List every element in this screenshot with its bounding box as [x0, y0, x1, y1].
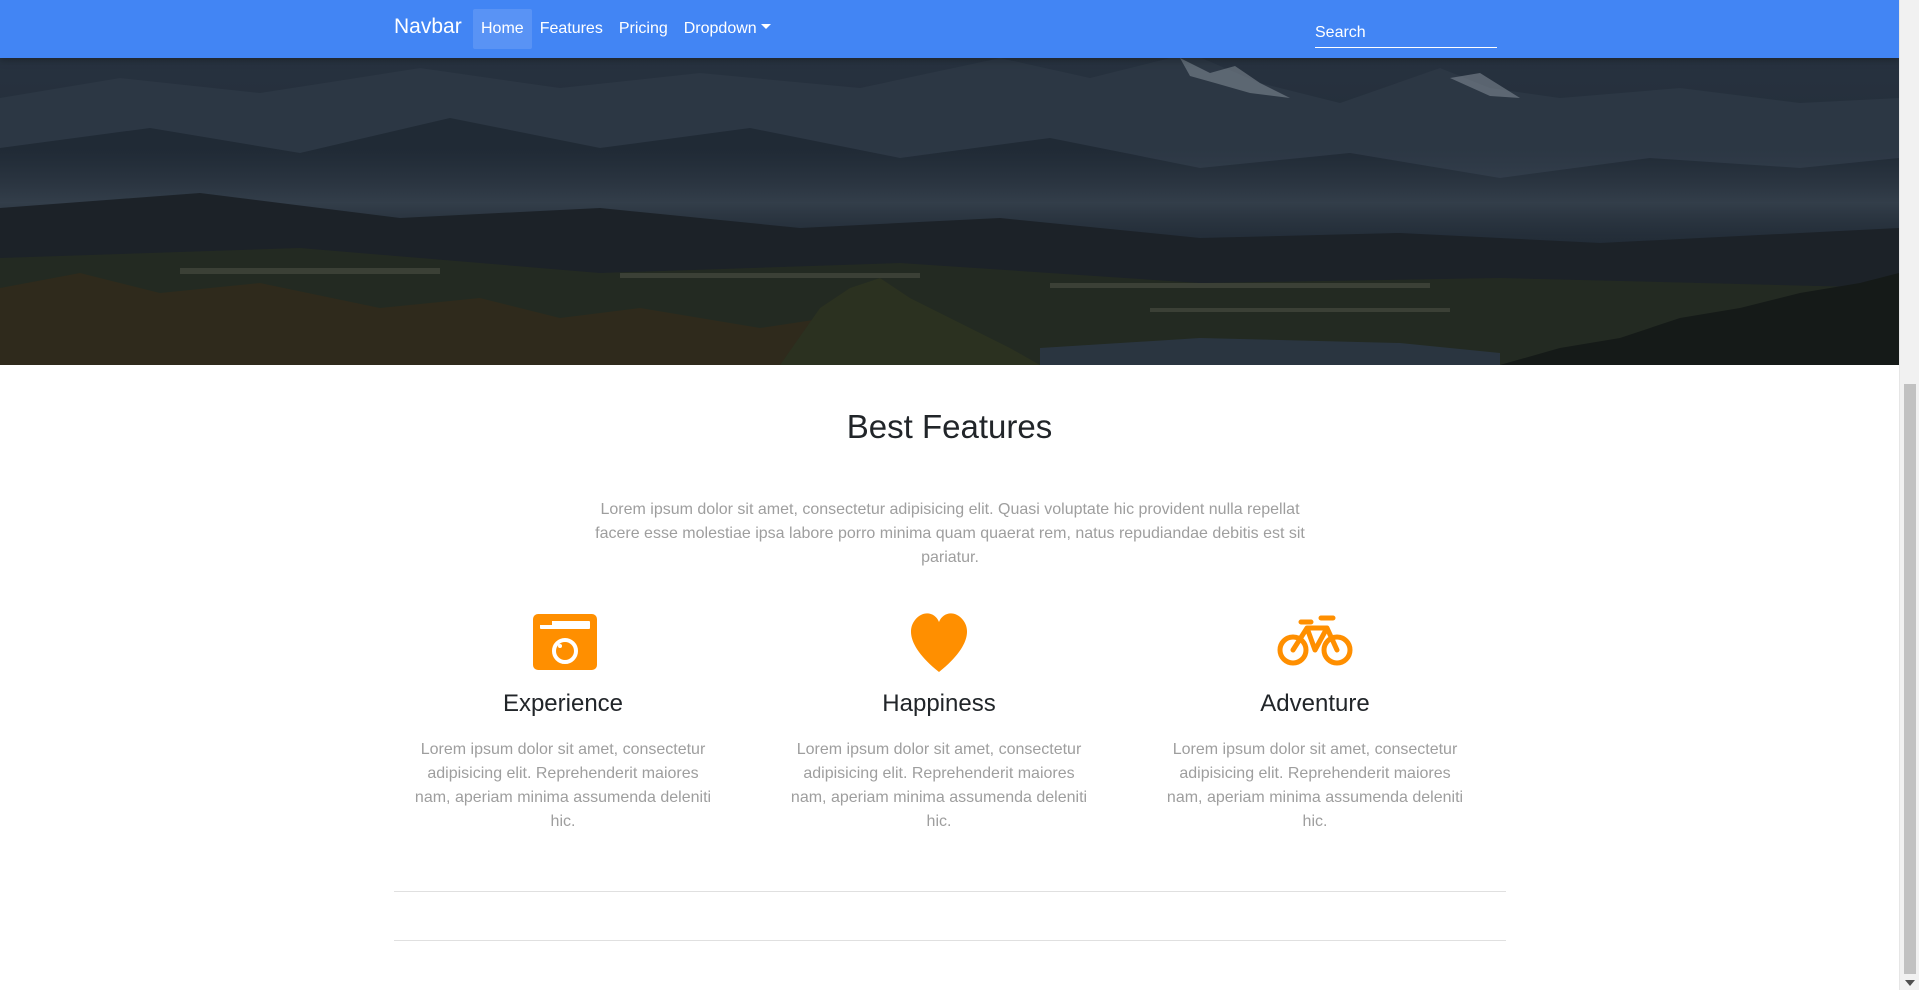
vertical-scrollbar[interactable] [1899, 0, 1919, 990]
nav-link-pricing[interactable]: Pricing [611, 9, 676, 49]
nav-links: Home Features Pricing Dropdown [473, 9, 779, 49]
camera-icon [523, 608, 603, 678]
heart-icon [899, 608, 979, 678]
nav-dropdown[interactable]: Dropdown [676, 9, 779, 49]
scroll-down-arrow-icon[interactable] [1905, 980, 1915, 986]
nav-link-features[interactable]: Features [532, 9, 611, 49]
scrollbar-thumb[interactable] [1904, 384, 1916, 974]
feature-text: Lorem ipsum dolor sit amet, consectetur … [414, 741, 712, 830]
feature-text: Lorem ipsum dolor sit amet, consectetur … [790, 741, 1088, 830]
feature-title: Adventure [1260, 690, 1370, 717]
feature-text: Lorem ipsum dolor sit amet, consectetur … [1166, 741, 1464, 830]
bicycle-icon [1275, 608, 1355, 678]
hero-image [0, 58, 1899, 365]
section-lead: Lorem ipsum dolor sit amet, consectetur … [595, 501, 1305, 566]
caret-down-icon [760, 24, 771, 30]
nav-dropdown-label: Dropdown [683, 20, 757, 37]
nav-link-home[interactable]: Home [473, 9, 532, 49]
search-input[interactable] [1315, 18, 1497, 48]
navbar: Navbar Home Features Pricing Dropdown [0, 0, 1899, 58]
feature-title: Experience [502, 690, 624, 717]
feature-happiness: Happiness Lorem ipsum dolor sit amet, co… [774, 608, 1104, 834]
divider [394, 891, 1506, 892]
section-title: Best Features [846, 408, 1053, 445]
page: Navbar Home Features Pricing Dropdown Be… [0, 0, 1899, 990]
navbar-brand[interactable]: Navbar [394, 15, 462, 39]
feature-adventure: Adventure Lorem ipsum dolor sit amet, co… [1150, 608, 1480, 834]
divider [394, 940, 1506, 941]
feature-experience: Experience Lorem ipsum dolor sit amet, c… [398, 608, 728, 834]
feature-title: Happiness [882, 690, 996, 717]
